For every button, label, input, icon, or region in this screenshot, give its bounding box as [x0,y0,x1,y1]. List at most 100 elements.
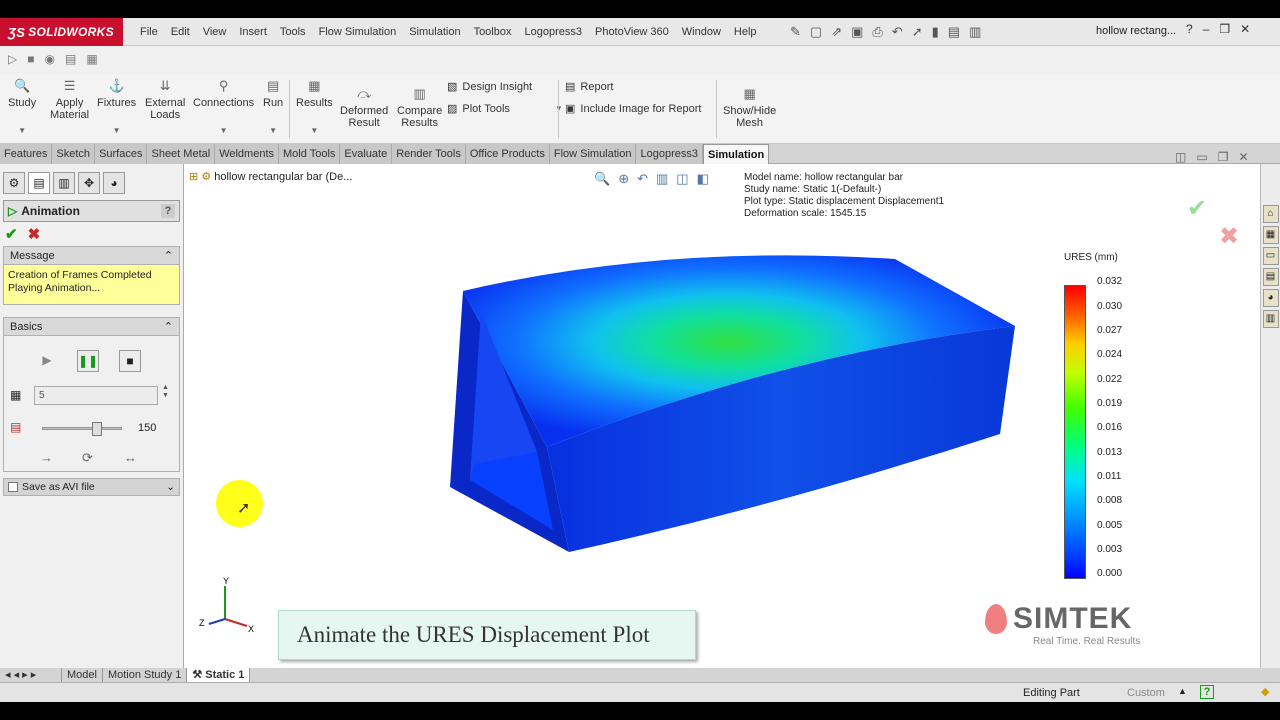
menu-view[interactable]: View [203,26,227,38]
apply-material-button[interactable]: ☰ Apply Material [50,79,89,121]
menu-simulation[interactable]: Simulation [409,26,460,38]
previous-view-icon[interactable]: ↶ [637,171,648,187]
select-icon[interactable]: ➚ [912,24,923,40]
menu-photoview[interactable]: PhotoView 360 [595,26,669,38]
appearances-icon[interactable]: ◕ [1262,289,1279,307]
custom-properties-icon[interactable]: ▥ [1262,310,1279,328]
design-library-icon[interactable]: ▦ [1262,226,1279,244]
menu-insert[interactable]: Insert [239,26,267,38]
tab-nav-arrows[interactable]: ◂ ◂ ▸ ▸ [0,668,62,682]
tab-render-tools[interactable]: Render Tools [392,143,466,164]
restore-button[interactable]: ❐ [1219,22,1230,36]
deformed-result-button[interactable]: ⤼ Deformed Result [340,87,388,129]
tab-sheet-metal[interactable]: Sheet Metal [147,143,216,164]
show-hide-mesh-button[interactable]: ▦ Show/Hide Mesh [723,87,776,129]
feature-tree-tab-icon[interactable]: ⚙ [3,172,25,194]
confirm-check-icon[interactable]: ✔ [1187,194,1207,223]
stop-macro-icon[interactable]: ■ [27,52,34,66]
menu-file[interactable]: File [140,26,158,38]
open-icon[interactable]: ⇗ [831,24,842,40]
minimize-button[interactable]: – [1203,22,1210,36]
help-button[interactable]: ? [161,204,175,218]
confirm-cancel-icon[interactable]: ✖ [1219,222,1239,251]
dimxpert-tab-icon[interactable]: ✥ [78,172,100,194]
display-style-icon[interactable]: ◧ [697,171,709,187]
tab-flow-simulation[interactable]: Flow Simulation [549,143,637,164]
home-icon[interactable]: ⌂ [1262,205,1279,223]
compare-results-button[interactable]: ▥ Compare Results [397,87,442,129]
rebuild-status-icon[interactable]: ◆ [1261,685,1269,698]
record-macro-icon[interactable]: ◉ [44,52,54,66]
undo-icon[interactable]: ↶ [892,24,903,40]
chevron-down-icon[interactable]: ▼ [296,125,333,137]
file-properties-icon[interactable]: ▤ [948,24,960,40]
rebuild-icon[interactable]: ▮ [932,24,939,40]
include-image-button[interactable]: ▣ Include Image for Report [565,102,701,116]
graphics-viewport[interactable]: ⊞ ⚙ hollow rectangular bar (De... 🔍 ⊕ ↶ … [185,150,1260,668]
tab-static-1[interactable]: ⚒ Static 1 [187,668,251,682]
viewport-minimize-icon[interactable]: ▭ [1196,150,1207,164]
status-units[interactable]: Custom [1127,687,1165,699]
pin-icon[interactable]: ✎ [790,24,801,40]
loop-playback-icon[interactable]: ⟳ [82,450,93,466]
expand-icon[interactable]: ⌄ [166,481,175,493]
basics-section-header[interactable]: Basics ⌃ [3,317,180,336]
feature-tree-flyout[interactable]: ⊞ ⚙ hollow rectangular bar (De... [189,170,352,183]
help-icon[interactable]: ? [1186,22,1193,36]
normal-playback-icon[interactable]: → [40,450,53,465]
new-document-icon[interactable]: ▢ [810,24,822,40]
save-avi-section[interactable]: Save as AVI file ⌄ [3,478,180,496]
stop-button[interactable]: ■ [119,350,141,372]
run-button[interactable]: ▤ Run ▼ [263,79,283,137]
tab-logopress3[interactable]: Logopress3 [636,143,703,164]
menu-tools[interactable]: Tools [280,26,306,38]
menu-help[interactable]: Help [734,26,757,38]
report-button[interactable]: ▤ Report [565,80,613,94]
chevron-down-icon[interactable]: ▼ [97,125,136,137]
tab-model[interactable]: Model [62,668,103,682]
collapse-icon[interactable]: ⌃ [164,249,173,262]
tab-sketch[interactable]: Sketch [52,143,96,164]
tab-surfaces[interactable]: Surfaces [95,143,148,164]
edit-macro-icon[interactable]: ▦ [86,52,97,66]
tab-office-products[interactable]: Office Products [465,143,550,164]
results-button[interactable]: ▦ Results ▼ [296,79,333,137]
menu-logopress3[interactable]: Logopress3 [524,26,582,38]
study-button[interactable]: 🔍 Study ▼ [8,79,36,137]
fixtures-button[interactable]: ⚓ Fixtures ▼ [97,79,136,137]
view-orientation-icon[interactable]: ◫ [676,171,688,187]
save-icon[interactable]: ▣ [851,24,863,40]
chevron-down-icon[interactable]: ▼ [8,125,36,137]
pause-button[interactable]: ❚❚ [77,350,99,372]
plot-tools-button[interactable]: ▨Plot Tools▼ [447,102,563,116]
display-manager-tab-icon[interactable]: ◕ [103,172,125,194]
viewport-restore-icon[interactable]: ❐ [1218,150,1229,164]
design-insight-button[interactable]: ▧ Design Insight [447,80,532,94]
menu-toolbox[interactable]: Toolbox [474,26,512,38]
reciprocate-playback-icon[interactable]: ↔ [124,450,137,465]
zoom-area-icon[interactable]: ⊕ [618,171,629,187]
zoom-fit-icon[interactable]: 🔍 [594,171,610,187]
play-macro-icon[interactable]: ▷ [8,52,17,66]
solidworks-logo[interactable]: ƷS SOLIDWORKS [0,18,123,46]
new-macro-icon[interactable]: ▤ [65,52,76,66]
menu-flow-simulation[interactable]: Flow Simulation [319,26,397,38]
play-button[interactable]: ▶ [36,350,58,372]
section-view-icon[interactable]: ▥ [656,171,668,187]
chevron-up-icon[interactable]: ▲ [1178,686,1187,696]
help-status-icon[interactable]: ? [1200,685,1214,699]
connections-button[interactable]: ⚲ Connections ▼ [193,79,254,137]
chevron-down-icon[interactable]: ▼ [263,125,283,137]
tab-motion-study-1[interactable]: Motion Study 1 [103,668,188,682]
options-icon[interactable]: ▥ [969,24,981,40]
hollow-bar-model[interactable] [445,254,1020,564]
external-loads-button[interactable]: ⇊ External Loads [145,79,185,121]
ok-check-icon[interactable]: ✔ [5,225,18,243]
frames-input[interactable]: 5 [34,386,158,405]
configuration-tab-icon[interactable]: ▥ [53,172,75,194]
file-explorer-icon[interactable]: ▭ [1262,247,1279,265]
close-button[interactable]: ✕ [1240,22,1250,36]
print-icon[interactable]: ⎙ [872,24,882,40]
frames-spinner[interactable]: ▲ ▼ [162,384,169,400]
collapse-icon[interactable]: ⌃ [164,320,173,333]
